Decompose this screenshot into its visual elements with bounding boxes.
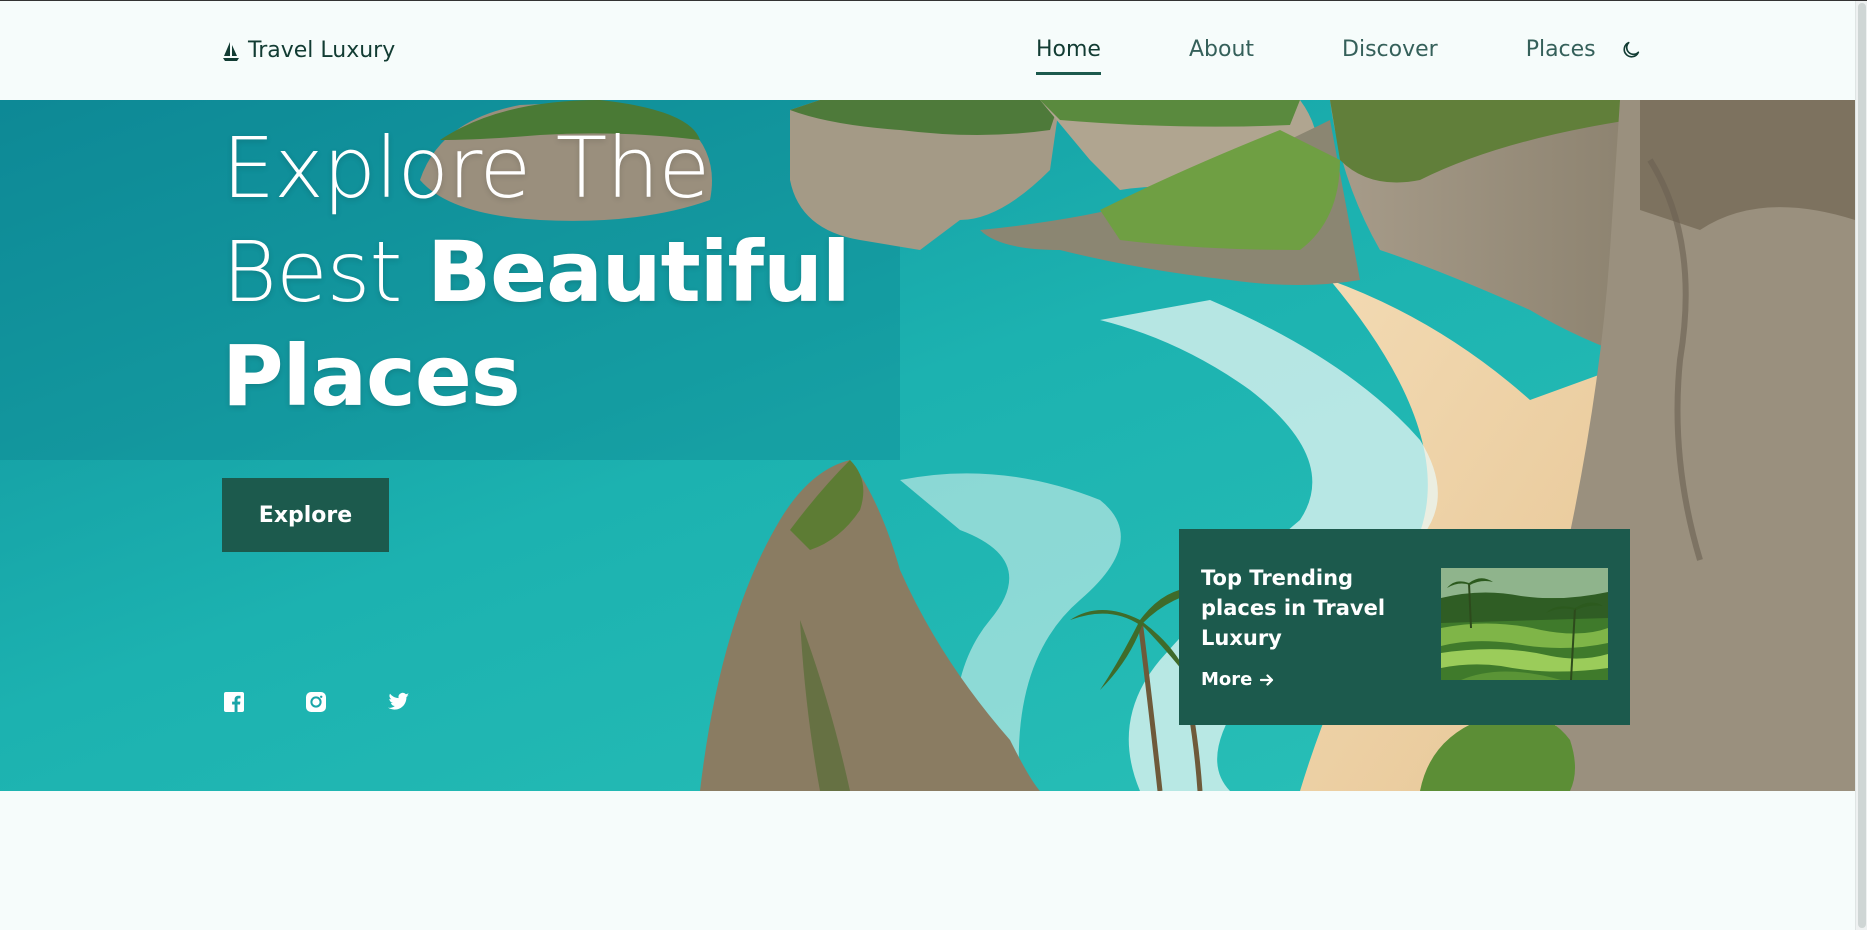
instagram-icon[interactable] <box>306 692 326 712</box>
twitter-icon[interactable] <box>388 692 410 712</box>
page-scrollbar[interactable] <box>1855 1 1867 930</box>
hero-section: Explore The Best Beautiful Places Explor… <box>0 100 1855 791</box>
facebook-icon[interactable] <box>224 692 244 712</box>
logo-text: Travel Luxury <box>248 38 396 63</box>
hero-headline: Explore The Best Beautiful Places <box>222 116 851 428</box>
trending-thumbnail-image[interactable] <box>1441 568 1608 680</box>
headline-line-1: Explore The <box>222 119 710 217</box>
more-label: More <box>1201 669 1253 690</box>
nav-about[interactable]: About <box>1189 37 1254 62</box>
nav-discover[interactable]: Discover <box>1342 37 1438 62</box>
more-link[interactable]: More <box>1201 669 1274 690</box>
scrollbar-thumb[interactable] <box>1858 3 1866 928</box>
logo[interactable]: Travel Luxury <box>222 38 395 63</box>
headline-line-3-bold: Places <box>222 327 521 425</box>
trending-card: Top Trending places in Travel Luxury Mor… <box>1179 529 1630 725</box>
arrow-right-icon <box>1260 673 1274 686</box>
headline-line-2-bold: Beautiful <box>427 223 851 321</box>
moon-icon[interactable] <box>1620 39 1642 61</box>
headline-line-2-light: Best <box>222 223 402 321</box>
main-nav: Home About Discover Places <box>1036 37 1642 75</box>
site-header: Travel Luxury Home About Discover Places <box>0 1 1855 100</box>
social-links <box>224 692 410 712</box>
sailboat-icon <box>223 41 239 61</box>
nav-places[interactable]: Places <box>1526 37 1596 62</box>
nav-home[interactable]: Home <box>1036 37 1101 75</box>
explore-button[interactable]: Explore <box>222 478 389 552</box>
trending-title: Top Trending places in Travel Luxury <box>1201 566 1386 650</box>
